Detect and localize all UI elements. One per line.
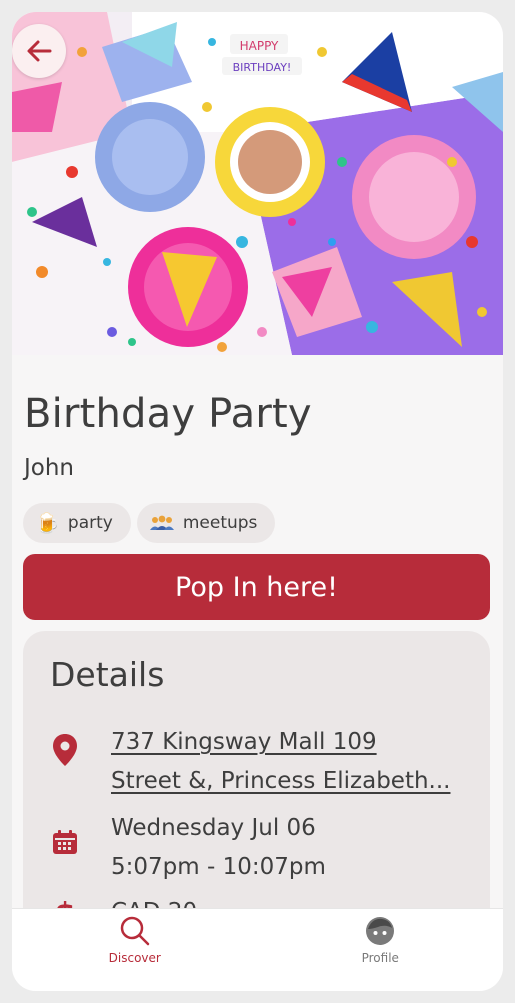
tag-label: meetups [182,513,258,533]
search-icon [120,916,149,946]
calendar-icon [53,830,77,854]
profile-face-icon [366,917,395,945]
address-row[interactable]: 737 Kingsway Mall 109 Street &, Princess… [49,723,450,801]
tag-label: party [67,513,113,533]
event-detail-screen: HAPPY BIRTHDAY! Birthday Party John 🍺 pa… [12,12,503,991]
banner-happy: HAPPY [240,39,279,53]
address-line-2[interactable]: Street &, Princess Elizabeth... [111,762,450,801]
beer-mug-icon: 🍺 [35,511,60,535]
event-host: John [24,455,75,481]
address-line-1[interactable]: 737 Kingsway Mall 109 [111,723,450,762]
arrow-left-icon [27,40,52,62]
tab-discover-label: Discover [108,951,161,965]
location-pin-icon [53,734,77,766]
phone-frame: HAPPY BIRTHDAY! Birthday Party John 🍺 pa… [2,2,513,1001]
event-date: Wednesday Jul 06 [111,815,316,841]
group-icon [149,515,174,530]
tag-list: 🍺 party meetups [23,503,276,543]
event-content: Birthday Party John 🍺 party meetups Pop … [12,355,503,991]
details-title: Details [50,655,165,694]
tag-meetups[interactable]: meetups [136,503,276,543]
event-time: 5:07pm - 10:07pm [111,854,326,880]
pop-in-button[interactable]: Pop In here! [23,554,490,620]
banner-birthday: BIRTHDAY! [233,61,292,74]
event-title: Birthday Party [24,391,312,437]
party-photo: HAPPY BIRTHDAY! [12,12,503,355]
event-hero-image: HAPPY BIRTHDAY! [12,12,503,355]
bottom-tab-bar: Discover Profile [12,908,503,991]
tab-profile[interactable]: Profile [258,909,504,991]
tag-party[interactable]: 🍺 party [23,503,131,543]
datetime-row: Wednesday Jul 06 5:07pm - 10:07pm [49,809,326,887]
tab-profile-label: Profile [361,951,399,965]
tab-discover[interactable]: Discover [12,909,258,991]
back-button[interactable] [12,24,66,78]
